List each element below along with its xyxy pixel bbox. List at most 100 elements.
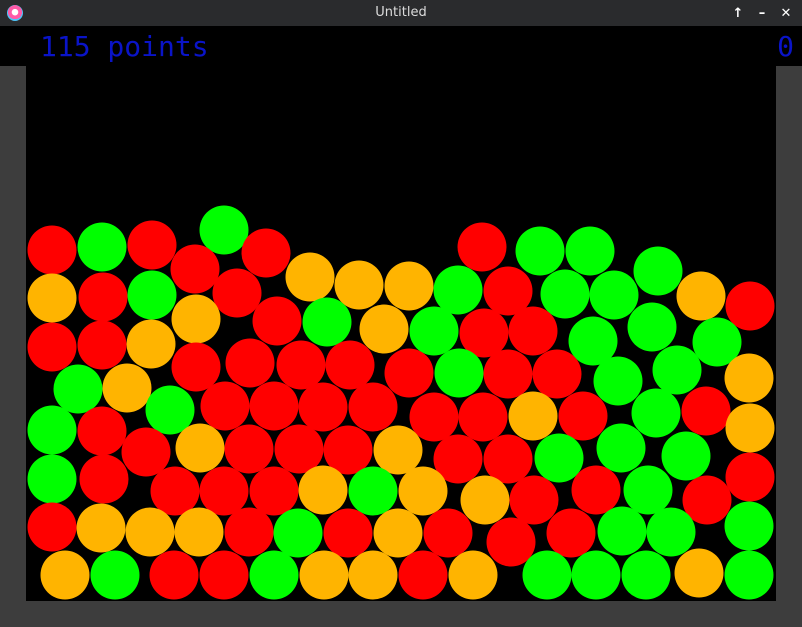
ball-orange[interactable] xyxy=(126,319,176,369)
ball-green[interactable] xyxy=(652,345,702,395)
ball-red[interactable] xyxy=(348,382,398,432)
ball-red[interactable] xyxy=(509,475,559,525)
ball-green[interactable] xyxy=(434,348,484,398)
ball-green[interactable] xyxy=(273,508,323,558)
ball-green[interactable] xyxy=(627,302,677,352)
ball-green[interactable] xyxy=(522,550,572,600)
ball-red[interactable] xyxy=(78,272,128,322)
ball-orange[interactable] xyxy=(398,466,448,516)
ball-red[interactable] xyxy=(27,225,77,275)
ball-red[interactable] xyxy=(458,392,508,442)
ball-orange[interactable] xyxy=(460,475,510,525)
ball-green[interactable] xyxy=(302,297,352,347)
ball-green[interactable] xyxy=(53,364,103,414)
ball-red[interactable] xyxy=(298,382,348,432)
ball-green[interactable] xyxy=(77,222,127,272)
ball-green[interactable] xyxy=(27,405,77,455)
ball-green[interactable] xyxy=(433,265,483,315)
ball-orange[interactable] xyxy=(724,353,774,403)
ball-red[interactable] xyxy=(199,466,249,516)
ball-red[interactable] xyxy=(212,268,262,318)
ball-green[interactable] xyxy=(623,465,673,515)
ball-red[interactable] xyxy=(199,550,249,600)
ball-red[interactable] xyxy=(571,465,621,515)
ball-orange[interactable] xyxy=(125,507,175,557)
ball-red[interactable] xyxy=(546,508,596,558)
ball-red[interactable] xyxy=(274,424,324,474)
ball-red[interactable] xyxy=(27,502,77,552)
ball-green[interactable] xyxy=(633,246,683,296)
ball-orange[interactable] xyxy=(359,304,409,354)
ball-orange[interactable] xyxy=(171,294,221,344)
ball-green[interactable] xyxy=(90,550,140,600)
ball-red[interactable] xyxy=(681,386,731,436)
ball-red[interactable] xyxy=(77,406,127,456)
ball-red[interactable] xyxy=(409,392,459,442)
ball-red[interactable] xyxy=(725,281,775,331)
ball-green[interactable] xyxy=(409,306,459,356)
ball-red[interactable] xyxy=(121,427,171,477)
ball-green[interactable] xyxy=(127,270,177,320)
ball-green[interactable] xyxy=(540,269,590,319)
ball-green[interactable] xyxy=(596,423,646,473)
ball-green[interactable] xyxy=(589,270,639,320)
ball-red[interactable] xyxy=(252,296,302,346)
ball-red[interactable] xyxy=(323,508,373,558)
ball-red[interactable] xyxy=(225,338,275,388)
ball-red[interactable] xyxy=(127,220,177,270)
playfield[interactable] xyxy=(26,66,776,601)
ball-orange[interactable] xyxy=(384,261,434,311)
ball-red[interactable] xyxy=(398,550,448,600)
ball-green[interactable] xyxy=(199,205,249,255)
ball-red[interactable] xyxy=(483,349,533,399)
ball-red[interactable] xyxy=(457,222,507,272)
ball-red[interactable] xyxy=(200,381,250,431)
ball-green[interactable] xyxy=(565,226,615,276)
ball-red[interactable] xyxy=(325,340,375,390)
ball-green[interactable] xyxy=(534,433,584,483)
ball-green[interactable] xyxy=(631,388,681,438)
ball-orange[interactable] xyxy=(174,507,224,557)
ball-orange[interactable] xyxy=(674,548,724,598)
ball-green[interactable] xyxy=(571,550,621,600)
ball-green[interactable] xyxy=(593,356,643,406)
ball-red[interactable] xyxy=(149,550,199,600)
ball-orange[interactable] xyxy=(373,425,423,475)
ball-orange[interactable] xyxy=(448,550,498,600)
ball-green[interactable] xyxy=(27,454,77,504)
ball-green[interactable] xyxy=(515,226,565,276)
ball-orange[interactable] xyxy=(676,271,726,321)
ball-green[interactable] xyxy=(661,431,711,481)
ball-red[interactable] xyxy=(171,342,221,392)
ball-orange[interactable] xyxy=(285,252,335,302)
ball-red[interactable] xyxy=(224,507,274,557)
ball-green[interactable] xyxy=(646,507,696,557)
ball-orange[interactable] xyxy=(508,391,558,441)
ball-green[interactable] xyxy=(249,550,299,600)
ball-orange[interactable] xyxy=(27,273,77,323)
ball-red[interactable] xyxy=(249,466,299,516)
ball-green[interactable] xyxy=(348,466,398,516)
ball-red[interactable] xyxy=(725,452,775,502)
ball-red[interactable] xyxy=(249,381,299,431)
ball-orange[interactable] xyxy=(175,423,225,473)
ball-red[interactable] xyxy=(150,466,200,516)
ball-orange[interactable] xyxy=(334,260,384,310)
ball-orange[interactable] xyxy=(299,550,349,600)
ball-red[interactable] xyxy=(170,244,220,294)
ball-red[interactable] xyxy=(79,454,129,504)
ball-orange[interactable] xyxy=(76,503,126,553)
ball-red[interactable] xyxy=(483,434,533,484)
ball-red[interactable] xyxy=(558,391,608,441)
ball-green[interactable] xyxy=(724,501,774,551)
ball-red[interactable] xyxy=(423,508,473,558)
ball-red[interactable] xyxy=(224,424,274,474)
ball-orange[interactable] xyxy=(348,550,398,600)
ball-red[interactable] xyxy=(241,228,291,278)
ball-orange[interactable] xyxy=(40,550,90,600)
ball-red[interactable] xyxy=(276,340,326,390)
ball-red[interactable] xyxy=(77,320,127,370)
ball-red[interactable] xyxy=(486,517,536,567)
ball-red[interactable] xyxy=(384,348,434,398)
ball-orange[interactable] xyxy=(725,403,775,453)
